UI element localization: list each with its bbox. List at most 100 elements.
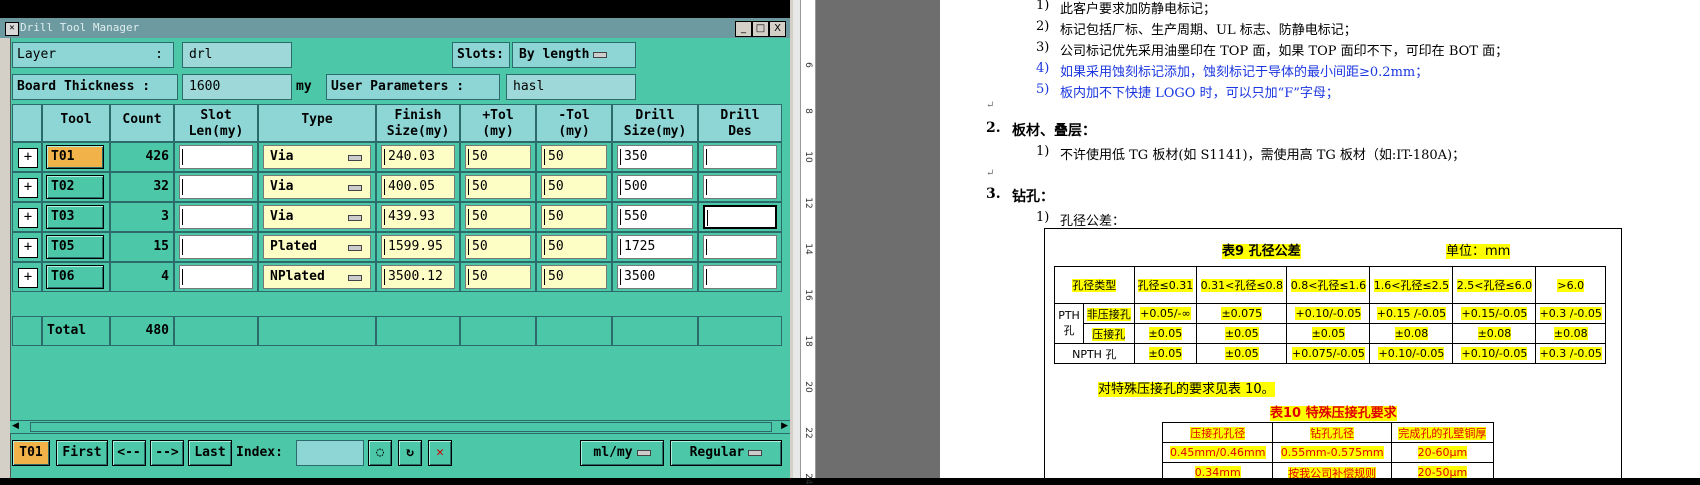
prev-button[interactable]: <-- <box>112 440 146 466</box>
input-value: 3500 <box>624 269 656 284</box>
text-cursor <box>182 269 183 285</box>
minus-tolerance-input[interactable]: 50 <box>541 235 607 259</box>
minus-tolerance-input[interactable]: 50 <box>541 205 607 229</box>
plus-tolerance-input[interactable]: 50 <box>465 205 531 229</box>
finish-size-input[interactable]: 1599.95 <box>381 235 455 259</box>
tolerance-value: +0.10/-0.05 <box>1461 347 1528 360</box>
finish-size-input[interactable]: 240.03 <box>381 145 455 169</box>
slot-length-input[interactable] <box>179 145 253 169</box>
table-cell: 按我公司补偿规则 <box>1272 462 1392 478</box>
drill-size-input[interactable]: 550 <box>617 205 693 229</box>
grid-cell-des <box>698 262 782 292</box>
bulb-icon[interactable]: ◌ <box>368 440 392 466</box>
finish-size-input[interactable]: 3500.12 <box>381 265 455 289</box>
drill-size-input[interactable]: 1725 <box>617 235 693 259</box>
input-value: 500 <box>624 179 648 194</box>
slots-dropdown[interactable]: By length <box>512 42 636 68</box>
horizontal-scrollbar[interactable]: ◀ ▶ <box>10 420 790 434</box>
slot-length-input[interactable] <box>179 205 253 229</box>
slot-length-input[interactable] <box>179 235 253 259</box>
drill-designator-input[interactable] <box>703 145 777 169</box>
finish-size-input[interactable]: 400.05 <box>381 175 455 199</box>
col-header-type[interactable]: Type <box>258 104 376 142</box>
tool-button[interactable]: T06 <box>46 265 104 289</box>
next-button[interactable]: --> <box>150 440 184 466</box>
expand-row-icon[interactable]: + <box>18 268 38 288</box>
tolerance-value: +0.3 /-0.05 <box>1539 307 1602 320</box>
first-button[interactable]: First <box>56 440 108 466</box>
input-value: 3500.12 <box>388 269 443 284</box>
index-field[interactable] <box>296 440 364 466</box>
ruler-mark: 18 <box>803 335 813 347</box>
tool-button[interactable]: T01 <box>46 145 104 169</box>
close-button[interactable]: X <box>769 21 786 37</box>
drill-size-input[interactable]: 350 <box>617 145 693 169</box>
col-header-minus-tol[interactable]: -Tol (my) <box>536 104 612 142</box>
type-dropdown[interactable]: NPlated <box>263 265 371 289</box>
table-header-cell: 压接孔孔径 <box>1190 426 1246 440</box>
expand-row-icon[interactable]: + <box>18 208 38 228</box>
units-dropdown[interactable]: ml/my <box>580 440 664 466</box>
total-empty-cell <box>536 316 612 346</box>
expand-row-icon[interactable]: + <box>18 178 38 198</box>
plus-tolerance-input[interactable]: 50 <box>465 145 531 169</box>
table-cell: +0.3 /-0.05 <box>1535 343 1606 364</box>
minimize-button[interactable]: _ <box>735 21 752 37</box>
drill-designator-input[interactable] <box>703 235 777 259</box>
type-dropdown[interactable]: Via <box>263 175 371 199</box>
tool-button[interactable]: T05 <box>46 235 104 259</box>
col-header-slot-len[interactable]: Slot Len(my) <box>174 104 258 142</box>
minus-tolerance-input[interactable]: 50 <box>541 145 607 169</box>
table-cell: 20-50μm <box>1390 462 1495 478</box>
layer-label: Layer : <box>12 42 174 68</box>
slot-length-input[interactable] <box>179 175 253 199</box>
minus-tolerance-input[interactable]: 50 <box>541 265 607 289</box>
maximize-button[interactable]: □ <box>752 21 769 37</box>
type-dropdown[interactable]: Plated <box>263 235 371 259</box>
finish-size-input[interactable]: 439.93 <box>381 205 455 229</box>
table-cell: 压接孔 <box>1083 323 1135 344</box>
window-titlebar[interactable]: ✕ Drill Tool Manager _ □ X <box>0 18 790 38</box>
scroll-right-icon[interactable]: ▶ <box>781 421 788 431</box>
expand-row-icon[interactable]: + <box>18 148 38 168</box>
type-dropdown[interactable]: Via <box>263 145 371 169</box>
scroll-left-icon[interactable]: ◀ <box>12 421 19 431</box>
col-header-count[interactable]: Count <box>110 104 174 142</box>
table-header-cell: 0.8<孔径≤1.6 <box>1290 279 1367 292</box>
plus-tolerance-input[interactable]: 50 <box>465 175 531 199</box>
units-value: ml/my <box>593 445 633 460</box>
scrollbar-thumb[interactable] <box>30 422 772 432</box>
tool-button[interactable]: T03 <box>46 205 104 229</box>
col-header-slot-len-line1: Slot <box>200 108 232 123</box>
board-thickness-field[interactable]: 1600 <box>182 74 292 100</box>
delete-icon[interactable]: ✕ <box>428 440 452 466</box>
col-header-finish-size[interactable]: Finish Size(my) <box>376 104 460 142</box>
drill-size-input[interactable]: 3500 <box>617 265 693 289</box>
drill-designator-input[interactable] <box>703 205 777 229</box>
plus-tolerance-input[interactable]: 50 <box>465 235 531 259</box>
refresh-icon[interactable]: ↻ <box>398 440 422 466</box>
tool-button[interactable]: T02 <box>46 175 104 199</box>
drill-designator-input[interactable] <box>703 265 777 289</box>
type-dropdown[interactable]: Via <box>263 205 371 229</box>
layer-field[interactable]: drl <box>182 42 292 68</box>
drill-size-input[interactable]: 500 <box>617 175 693 199</box>
drill-designator-input[interactable] <box>703 175 777 199</box>
col-header-drill-size[interactable]: Drill Size(my) <box>612 104 698 142</box>
col-header-drill-des[interactable]: Drill Des <box>698 104 782 142</box>
plus-tolerance-input[interactable]: 50 <box>465 265 531 289</box>
mode-dropdown[interactable]: Regular <box>670 440 782 466</box>
expand-row-icon[interactable]: + <box>18 238 38 258</box>
grid-cell-type: Via <box>258 202 376 232</box>
slot-length-input[interactable] <box>179 265 253 289</box>
minus-tolerance-input[interactable]: 50 <box>541 175 607 199</box>
table-cell: ±0.075 <box>1196 303 1288 324</box>
last-button[interactable]: Last <box>188 440 232 466</box>
col-header-tool[interactable]: Tool <box>42 104 110 142</box>
col-header-plus-tol[interactable]: +Tol (my) <box>460 104 536 142</box>
slots-label: Slots: <box>452 42 510 68</box>
table-cell-text: 20-60μm <box>1417 446 1468 459</box>
user-parameters-field[interactable]: hasl <box>506 74 636 100</box>
total-count-cell: 480 <box>110 316 174 346</box>
dropdown-indicator-icon <box>593 51 608 58</box>
